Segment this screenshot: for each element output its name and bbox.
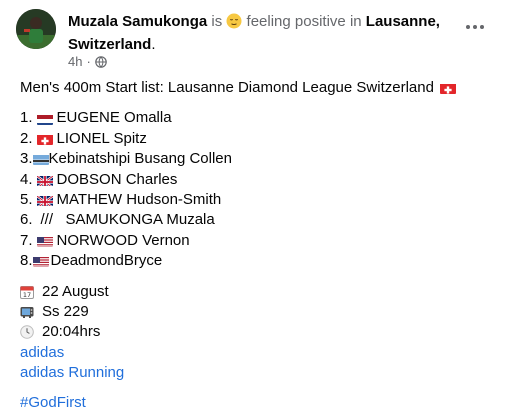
globe-icon[interactable] — [95, 56, 107, 68]
athlete-name: Kebinatshipi Busang Collen — [49, 149, 232, 169]
athlete-name: DOBSON Charles — [57, 170, 178, 190]
event-channel: Ss 229 — [42, 302, 89, 322]
netherlands-flag-icon — [37, 113, 53, 125]
list-number: 7. — [20, 231, 33, 251]
calendar-icon: 17 — [20, 285, 36, 299]
hashtag-line: #GodFirst — [20, 393, 489, 413]
post-card: Muzala Samukonga is feeling positive in … — [0, 0, 505, 409]
clock-icon — [20, 325, 36, 339]
more-dot-icon — [473, 25, 477, 29]
post-body: Men's 400m Start list: Lausanne Diamond … — [20, 78, 489, 414]
event-date: 22 August — [42, 282, 109, 302]
meta-separator: · — [86, 54, 90, 69]
list-item: 4. DOBSON Charles — [20, 170, 489, 190]
switzerland-flag-icon — [440, 82, 456, 94]
television-icon — [20, 305, 36, 319]
post-title-text: Men's 400m Start list: Lausanne Diamond … — [20, 78, 434, 98]
athlete-name: LIONEL Spitz — [57, 129, 147, 149]
list-number: 4. — [20, 170, 33, 190]
channel-line: Ss 229 — [20, 302, 489, 322]
event-time: 20:04hrs — [42, 322, 100, 342]
list-item: 5. MATHEW Hudson-Smith — [20, 190, 489, 210]
list-item: 2. LIONEL Spitz — [20, 129, 489, 149]
location-suffix: . — [151, 36, 155, 53]
adidas-running-link[interactable]: adidas Running — [20, 363, 124, 383]
switzerland-flag-icon — [37, 133, 53, 145]
more-options-button[interactable] — [461, 15, 489, 39]
athlete-name: MATHEW Hudson-Smith — [57, 190, 222, 210]
list-item: 6. /// SAMUKONGA Muzala — [20, 210, 489, 230]
post-header: Muzala Samukonga is feeling positive in … — [16, 9, 489, 63]
uk-flag-icon — [37, 174, 53, 186]
time-line: 20:04hrs — [20, 322, 489, 342]
post-title: Men's 400m Start list: Lausanne Diamond … — [20, 78, 489, 98]
author-name[interactable]: Muzala Samukonga — [68, 13, 207, 30]
usa-flag-icon — [33, 255, 49, 267]
hashtag-link[interactable]: #GodFirst — [20, 393, 86, 413]
more-dot-icon — [480, 25, 484, 29]
svg-text:17: 17 — [23, 291, 31, 299]
adidas-link[interactable]: adidas — [20, 343, 64, 363]
athlete-name: NORWOOD Vernon — [57, 231, 190, 251]
list-number: 3. — [20, 149, 33, 169]
link-adidas-running[interactable]: adidas Running — [20, 363, 489, 383]
more-dot-icon — [466, 25, 470, 29]
author-line: Muzala Samukonga is feeling positive in … — [68, 12, 448, 55]
list-item: 1. EUGENE Omalla — [20, 108, 489, 128]
list-number: 8. — [20, 251, 33, 271]
list-number: 6. — [20, 210, 33, 230]
list-number: 2. — [20, 129, 33, 149]
relieved-face-icon — [226, 13, 242, 35]
date-line: 17 22 August — [20, 282, 489, 302]
avatar[interactable] — [16, 9, 56, 49]
feeling-text: feeling positive in — [242, 13, 365, 30]
uk-flag-icon — [37, 194, 53, 206]
athlete-name: EUGENE Omalla — [57, 108, 172, 128]
list-number: 1. — [20, 108, 33, 128]
list-item: 7. NORWOOD Vernon — [20, 231, 489, 251]
usa-flag-icon — [37, 235, 53, 247]
athlete-name: DeadmondBryce — [51, 251, 163, 271]
list-number: 5. — [20, 190, 33, 210]
verb-text: is — [207, 13, 226, 30]
post-meta: 4h · — [68, 54, 107, 69]
botswana-flag-icon — [33, 153, 49, 165]
post-time[interactable]: 4h — [68, 54, 82, 69]
athlete-name: /// SAMUKONGA Muzala — [41, 210, 215, 230]
link-adidas[interactable]: adidas — [20, 343, 489, 363]
list-item: 3. Kebinatshipi Busang Collen — [20, 149, 489, 169]
list-item: 8. DeadmondBryce — [20, 251, 489, 271]
